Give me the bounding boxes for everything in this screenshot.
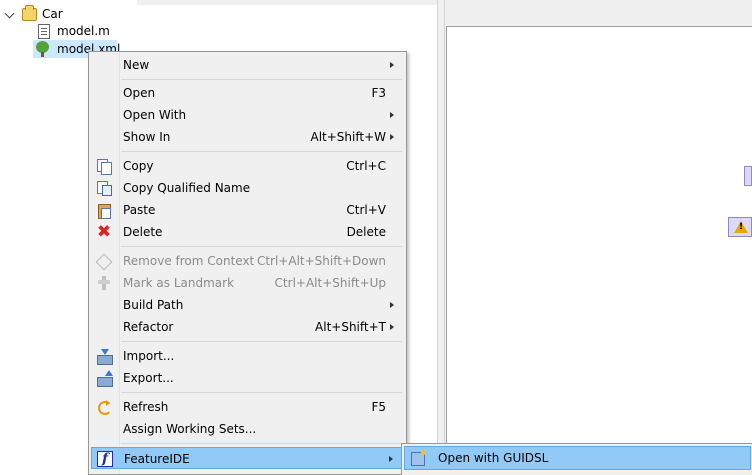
menu-item-label: Build Path [123,298,184,312]
menu-item-copy-qualified-name[interactable]: Copy Qualified Name [91,177,404,199]
import-icon [96,348,113,365]
menu-item-label: FeatureIDE [124,452,190,466]
menu-item-label: Remove from Context [123,254,255,268]
tree-item-label: Car [42,7,63,21]
menu-item-label: Refactor [123,320,174,334]
menu-item-label: Open [123,86,156,100]
view-toolbar-strip [137,0,437,5]
menu-item-refactor[interactable]: Refactor Alt+Shift+T [91,316,404,338]
warning-icon [734,221,748,233]
menu-item-shortcut: Ctrl+C [346,159,386,173]
menu-item-shortcut: Alt+Shift+T [315,320,386,334]
menu-item-shortcut: Ctrl+Alt+Shift+Up [274,276,386,290]
submenu-arrow-icon [390,62,394,68]
submenu-arrow-icon [389,456,393,462]
context-menu: New Open F3 Open With Show In Alt+Shift+… [88,51,407,475]
menu-item-copy[interactable]: Copy Ctrl+C [91,155,404,177]
menu-item-new[interactable]: New [91,54,404,76]
menu-item-remove-from-context: Remove from Context Ctrl+Alt+Shift+Down [91,250,404,272]
menu-item-label: Import... [123,349,175,363]
menu-item-export[interactable]: Export... [91,367,404,389]
menu-item-mark-as-landmark: Mark as Landmark Ctrl+Alt+Shift+Up [91,272,404,294]
menu-item-label: Delete [123,225,163,239]
landmark-icon [96,275,112,291]
tree-item-label: model.m [57,24,110,38]
menu-item-featureide[interactable]: f FeatureIDE [91,447,404,469]
menu-separator [121,443,402,444]
submenu-arrow-icon [390,324,394,330]
menu-item-label: Paste [123,203,156,217]
diagram-warning-node[interactable] [728,217,752,237]
menu-item-shortcut: Ctrl+Alt+Shift+Down [256,254,386,268]
menu-item-label: Open with GUIDSL [438,451,549,465]
menu-item-label: Show In [123,130,171,144]
menu-item-assign-working-sets[interactable]: Assign Working Sets... [91,418,404,440]
export-icon [96,370,113,387]
menu-item-label: Refresh [123,400,169,414]
featureide-submenu: Open with GUIDSL [401,443,752,475]
menu-item-shortcut: F5 [371,400,386,414]
menu-item-shortcut: F3 [371,86,386,100]
paste-icon [96,202,112,219]
refresh-icon [96,399,112,415]
menu-item-open[interactable]: Open F3 [91,82,404,104]
menu-separator [121,246,402,247]
menu-item-label: Copy [123,159,154,173]
guidsl-icon [410,450,426,466]
copy-icon [96,158,112,175]
submenu-arrow-icon [390,302,394,308]
menu-item-label: Mark as Landmark [123,276,235,290]
menu-separator [121,79,402,80]
menu-item-open-with[interactable]: Open With [91,104,404,126]
menu-item-refresh[interactable]: Refresh F5 [91,396,404,418]
diagram-node-partial[interactable] [744,166,752,186]
menu-separator [121,341,402,342]
menu-item-shortcut: Alt+Shift+W [310,130,387,144]
text-file-icon [38,24,50,39]
featureide-icon: f [97,451,113,467]
menu-item-paste[interactable]: Paste Ctrl+V [91,199,404,221]
menu-item-shortcut: Ctrl+V [346,203,386,217]
project-folder-icon [22,5,37,21]
menu-item-show-in[interactable]: Show In Alt+Shift+W [91,126,404,148]
menu-item-open-with-guidsl[interactable]: Open with GUIDSL [404,446,751,470]
menu-item-label: Export... [123,371,174,385]
menu-item-build-path[interactable]: Build Path [91,294,404,316]
menu-item-label: New [123,58,150,72]
menu-item-label: Assign Working Sets... [123,422,257,436]
menu-item-delete[interactable]: ✖ Delete Delete [91,221,404,243]
menu-item-import[interactable]: Import... [91,345,404,367]
editor-canvas[interactable] [446,26,752,475]
menu-separator [121,151,402,152]
menu-item-label: Open With [123,108,187,122]
feature-model-icon [36,41,49,57]
copy-qualified-name-icon [96,180,112,196]
menu-item-label: Copy Qualified Name [123,181,251,195]
menu-item-shortcut: Delete [346,225,386,239]
submenu-arrow-icon [390,112,394,118]
remove-context-icon [96,253,112,269]
menu-separator [121,392,402,393]
submenu-arrow-icon [390,134,394,140]
delete-icon: ✖ [96,222,112,242]
view-sash[interactable] [437,0,445,475]
